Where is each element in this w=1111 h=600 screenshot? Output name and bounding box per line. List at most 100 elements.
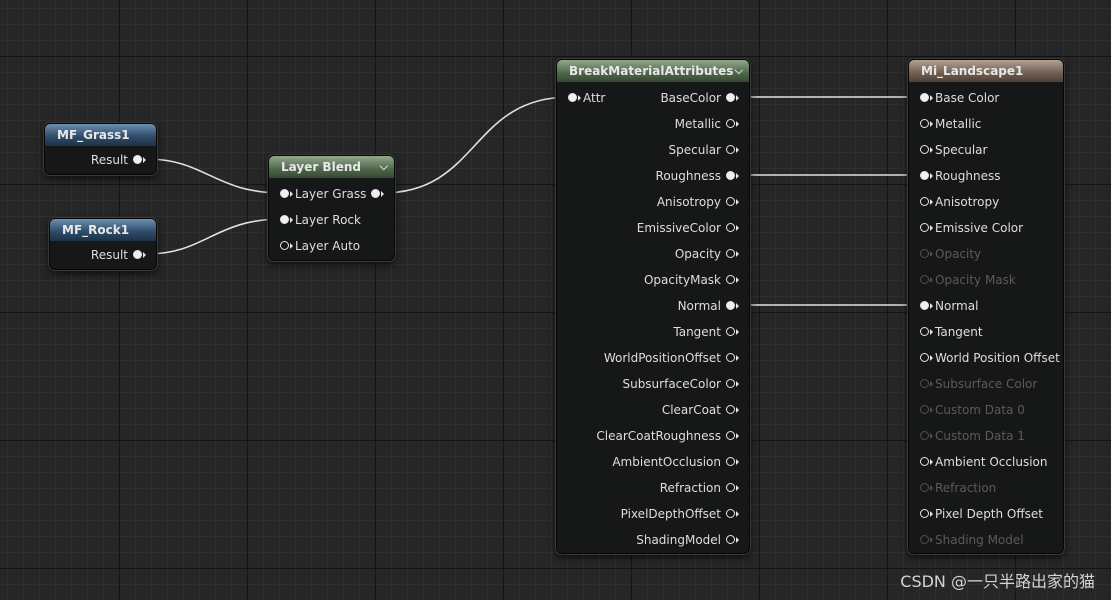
pin-label: ClearCoat [661,403,721,417]
pin-arrow-icon [736,329,739,335]
pin-circle-icon[interactable] [920,119,929,128]
pin-circle-icon[interactable] [920,353,929,362]
pin-circle-icon[interactable] [133,155,142,164]
pin-output-normal[interactable]: Normal [557,293,749,319]
pin-circle-icon[interactable] [920,223,929,232]
chevron-down-icon[interactable]: ⌵ [380,156,388,178]
pin-circle-icon[interactable] [280,215,289,224]
node-title[interactable]: MF_Grass1 [45,124,156,146]
pin-layer-output[interactable] [269,181,394,207]
node-title[interactable]: BreakMaterialAttributes ⌵ [557,60,749,82]
pin-label: SubsurfaceColor [622,377,721,391]
pin-circle-icon[interactable] [726,483,735,492]
pin-label: Refraction [935,481,997,495]
node-break-material-attributes[interactable]: BreakMaterialAttributes ⌵ Attr BaseColor… [556,59,750,554]
pin-output-emissivecolor[interactable]: EmissiveColor [557,215,749,241]
pin-circle-icon[interactable] [920,197,929,206]
pin-layer-auto-input[interactable]: Layer Auto [269,233,394,259]
pin-input-refraction: Refraction [909,475,1063,501]
pin-circle-icon[interactable] [726,301,735,310]
pin-output-subsurfacecolor[interactable]: SubsurfaceColor [557,371,749,397]
pin-circle-icon[interactable] [280,241,289,250]
pin-output-roughness[interactable]: Roughness [557,163,749,189]
pin-output-worldpositionoffset[interactable]: WorldPositionOffset [557,345,749,371]
pin-label: Result [90,153,128,167]
pin-input-specular[interactable]: Specular [909,137,1063,163]
pin-circle-icon[interactable] [920,171,929,180]
pin-circle-icon[interactable] [726,249,735,258]
pin-circle-icon[interactable] [726,379,735,388]
pin-output-clearcoat[interactable]: ClearCoat [557,397,749,423]
pin-output-refraction[interactable]: Refraction [557,475,749,501]
pin-input-ambient-occlusion[interactable]: Ambient Occlusion [909,449,1063,475]
pin-input-world-position-offset[interactable]: World Position Offset [909,345,1063,371]
pin-input-base-color[interactable]: Base Color [909,85,1063,111]
pin-input-metallic[interactable]: Metallic [909,111,1063,137]
pin-circle-icon[interactable] [371,189,380,198]
pin-input-tangent[interactable]: Tangent [909,319,1063,345]
wire-grass-to-blend [146,158,283,194]
pin-circle-icon[interactable] [920,145,929,154]
pin-circle-icon[interactable] [920,301,929,310]
pin-label: Layer Auto [295,239,361,253]
node-title[interactable]: MF_Rock1 [50,219,156,241]
chevron-down-icon[interactable]: ⌵ [735,60,743,82]
pin-label: Metallic [935,117,982,131]
pin-input-anisotropy[interactable]: Anisotropy [909,189,1063,215]
pin-circle-icon[interactable] [726,353,735,362]
pin-output-tangent[interactable]: Tangent [557,319,749,345]
pin-label: Subsurface Color [935,377,1038,391]
pin-circle-icon[interactable] [726,431,735,440]
pin-circle-icon[interactable] [726,145,735,154]
pin-label: ShadingModel [636,533,721,547]
pin-circle-icon[interactable] [133,250,142,259]
pin-output-opacity[interactable]: Opacity [557,241,749,267]
pin-arrow-icon [930,511,933,517]
pin-circle-icon[interactable] [920,327,929,336]
pin-arrow-icon [736,173,739,179]
pin-result-output[interactable]: Result [45,147,156,173]
pin-input-roughness[interactable]: Roughness [909,163,1063,189]
pin-input-emissive-color[interactable]: Emissive Color [909,215,1063,241]
pin-circle-icon[interactable] [920,509,929,518]
pin-input-pixel-depth-offset[interactable]: Pixel Depth Offset [909,501,1063,527]
pin-arrow-icon [736,121,739,127]
pin-circle-icon[interactable] [920,93,929,102]
pin-output-basecolor[interactable]: BaseColor [557,85,749,111]
pin-output-anisotropy[interactable]: Anisotropy [557,189,749,215]
pin-circle-icon[interactable] [726,119,735,128]
pin-arrow-icon [930,537,933,543]
node-mi-landscape[interactable]: Mi_Landscape1 Base Color Metallic Specular… [908,59,1064,554]
pin-arrow-icon [736,95,739,101]
pin-label: Ambient Occlusion [935,455,1048,469]
pin-layer-rock-input[interactable]: Layer Rock [269,207,394,233]
pin-output-pixeldepthoffset[interactable]: PixelDepthOffset [557,501,749,527]
pin-output-opacitymask[interactable]: OpacityMask [557,267,749,293]
pin-circle-icon[interactable] [920,457,929,466]
pin-circle-icon[interactable] [726,405,735,414]
node-mf-rock[interactable]: MF_Rock1 Result [49,218,157,270]
pin-label: World Position Offset [935,351,1060,365]
pin-output-shadingmodel[interactable]: ShadingModel [557,527,749,553]
pin-circle-icon[interactable] [726,509,735,518]
pin-circle-icon[interactable] [726,327,735,336]
pin-circle-icon[interactable] [726,275,735,284]
node-title[interactable]: Layer Blend ⌵ [269,156,394,178]
node-title[interactable]: Mi_Landscape1 [909,60,1063,82]
pin-circle-icon[interactable] [726,535,735,544]
pin-arrow-icon [930,199,933,205]
pin-circle-icon[interactable] [726,197,735,206]
pin-output-ambientocclusion[interactable]: AmbientOcclusion [557,449,749,475]
pin-circle-icon[interactable] [726,223,735,232]
pin-input-normal[interactable]: Normal [909,293,1063,319]
pin-circle-icon[interactable] [726,457,735,466]
pin-output-specular[interactable]: Specular [557,137,749,163]
node-layer-blend[interactable]: Layer Blend ⌵ Layer Grass Layer Rock Lay… [268,155,395,261]
pin-circle-icon[interactable] [726,93,735,102]
pin-output-metallic[interactable]: Metallic [557,111,749,137]
pin-label: Normal [677,299,721,313]
pin-output-clearcoatroughness[interactable]: ClearCoatRoughness [557,423,749,449]
pin-result-output[interactable]: Result [50,242,156,268]
node-mf-grass[interactable]: MF_Grass1 Result [44,123,157,175]
pin-circle-icon[interactable] [726,171,735,180]
